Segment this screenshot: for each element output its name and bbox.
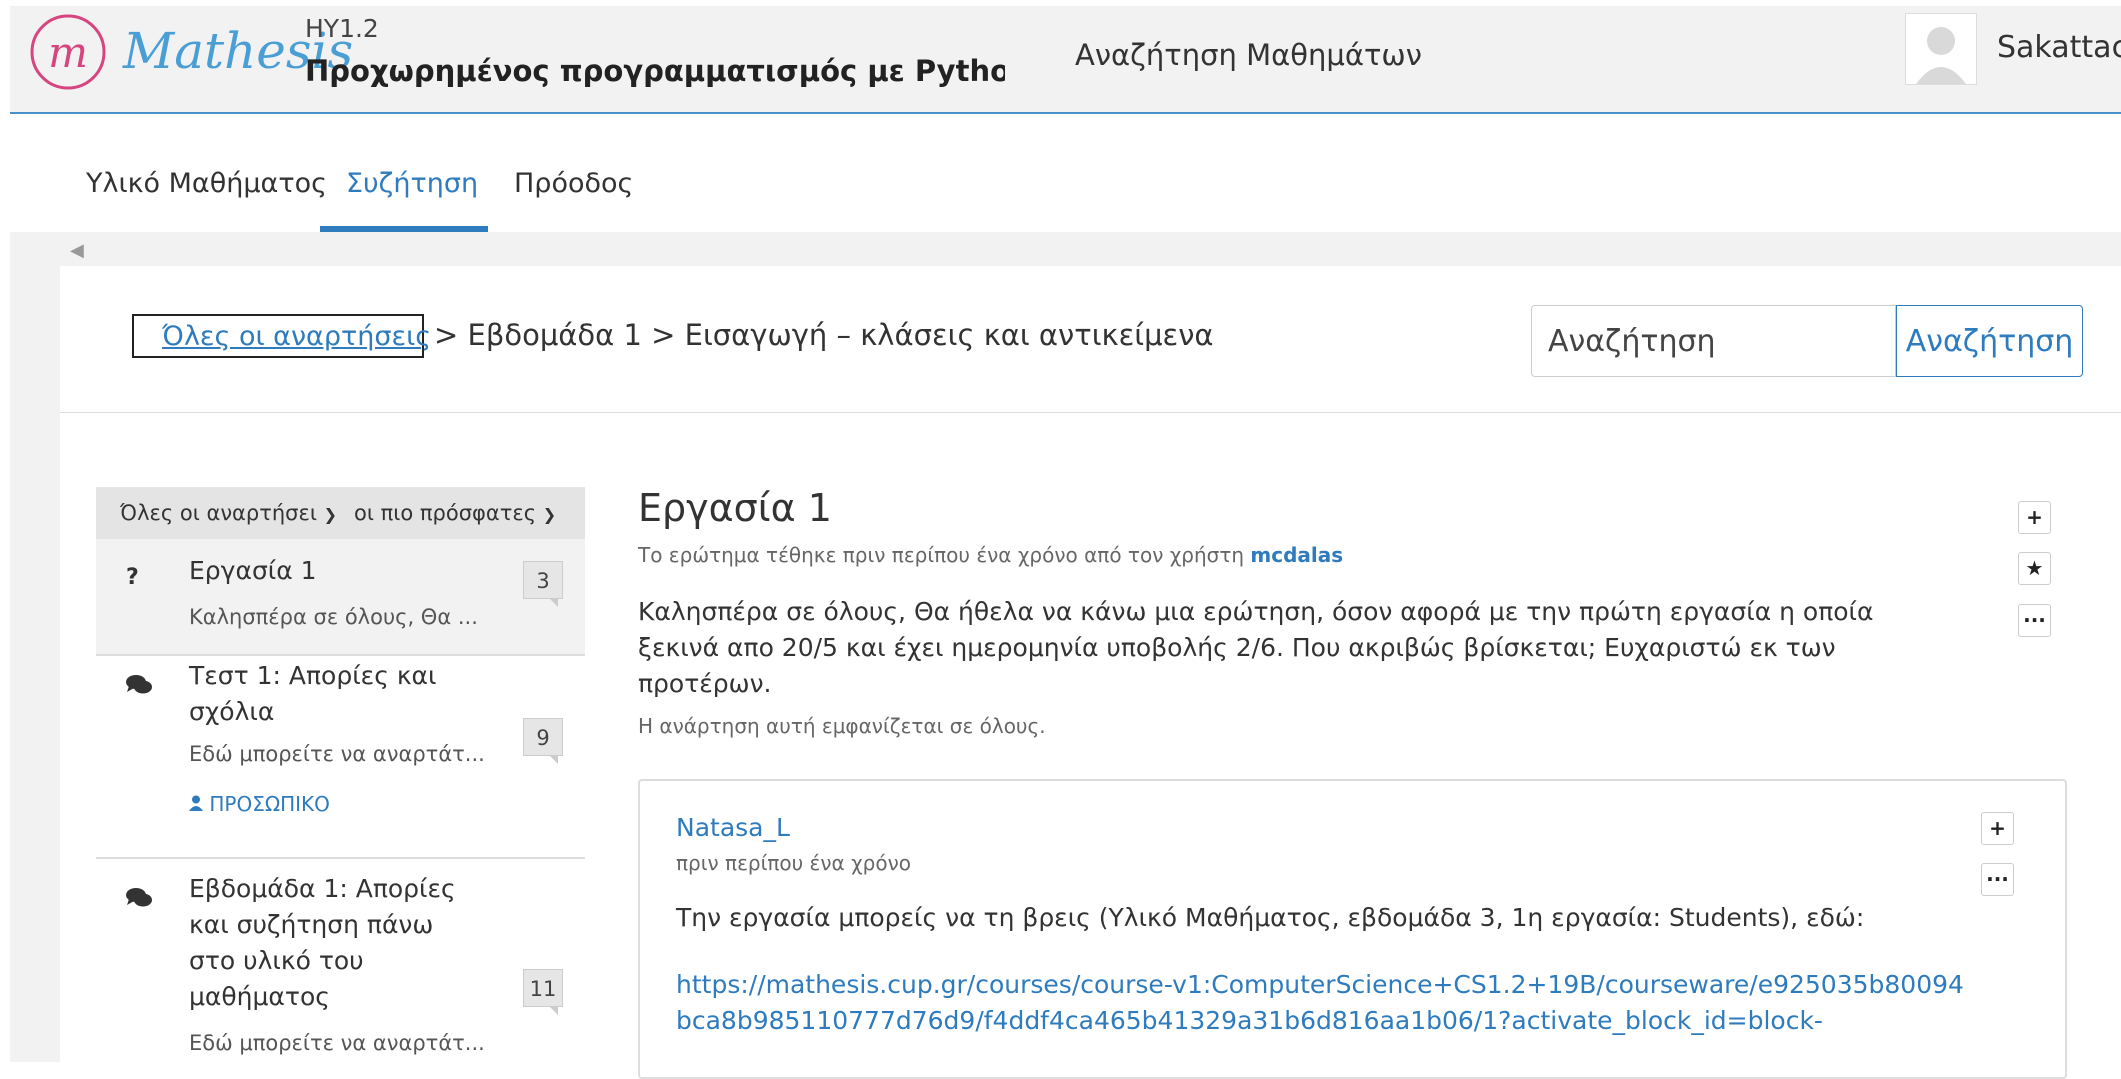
sidebar-filter-bar: Όλες οι αναρτήσει ❯ οι πιο πρόσφατες ❯ xyxy=(96,487,585,540)
post-list-sidebar: Όλες οι αναρτήσει ❯ οι πιο πρόσφατες ❯ ?… xyxy=(96,487,585,1062)
response-more-button[interactable]: ··· xyxy=(1981,863,2014,896)
tab-course-material[interactable]: Υλικό Μαθήματος xyxy=(86,168,327,199)
thread-meta-text: Το ερώτημα τέθηκε πριν περίπου ένα χρόνο… xyxy=(638,543,1245,567)
content-left-band xyxy=(10,266,60,1062)
mathesis-logo[interactable]: m xyxy=(28,12,108,92)
follow-button[interactable]: ★ xyxy=(2018,552,2051,585)
private-tag: ΠΡΟΣΩΠΙΚΟ xyxy=(189,792,330,816)
svg-text:m: m xyxy=(48,28,88,77)
chevron-down-icon: ❯ xyxy=(542,505,557,524)
comments-icon xyxy=(126,888,152,907)
search-input[interactable] xyxy=(1531,305,1896,377)
comment-count-badge: 9 xyxy=(523,718,563,764)
tab-progress[interactable]: Πρόοδος xyxy=(514,168,633,199)
post-preview: Εδώ μπορείτε να αναρτάτ... xyxy=(189,1031,485,1055)
thread-author-link[interactable]: mcdalas xyxy=(1250,543,1343,567)
question-icon: ? xyxy=(126,565,139,590)
search-button[interactable]: Αναζήτηση xyxy=(1896,305,2083,377)
response-text: Την εργασία μπορείς να τη βρεις (Υλικό Μ… xyxy=(676,903,1865,932)
ellipsis-icon: ··· xyxy=(2023,608,2046,632)
chevron-down-icon: ❯ xyxy=(323,505,338,524)
site-header: m Mathesis HY1.2 Προχωρημένος προγραμματ… xyxy=(10,6,2121,114)
more-actions-button[interactable]: ··· xyxy=(2018,604,2051,637)
response-time: πριν περίπου ένα χρόνο xyxy=(676,851,911,875)
add-response-button[interactable]: + xyxy=(2018,501,2051,534)
post-preview: Εδώ μπορείτε να αναρτάτ... xyxy=(189,742,485,766)
username[interactable]: Sakattack xyxy=(1997,30,2121,65)
response-card: Natasa_L πριν περίπου ένα χρόνο Την εργα… xyxy=(638,779,2067,1079)
add-comment-button[interactable]: + xyxy=(1981,812,2014,845)
course-title: Προχωρημένος προγραμματισμός με Python (… xyxy=(305,54,1005,88)
user-icon xyxy=(189,795,203,811)
filter-label: Όλες οι αναρτήσει xyxy=(120,501,317,525)
all-posts-button[interactable]: Όλες οι αναρτήσεις xyxy=(132,314,431,358)
course-code: HY1.2 xyxy=(305,14,379,43)
thread-body: Καλησπέρα σε όλους, Θα ήθελα να κάνω μια… xyxy=(638,597,1874,698)
tab-discussion[interactable]: Συζήτηση xyxy=(346,168,478,199)
thread-title: Εργασία 1 xyxy=(638,486,832,530)
content-top-band xyxy=(10,232,2121,266)
response-link[interactable]: https://mathesis.cup.gr/courses/course-v… xyxy=(676,967,1976,1039)
plus-icon: + xyxy=(2026,505,2043,529)
thread-meta: Το ερώτημα τέθηκε πριν περίπου ένα χρόνο… xyxy=(638,543,1343,567)
post-title: Τεστ 1: Απορίες και σχόλια xyxy=(189,661,437,726)
ellipsis-icon: ··· xyxy=(1986,867,2009,891)
post-title: Εβδομάδα 1: Απορίες και συζήτηση πάνω στ… xyxy=(189,874,456,1011)
breadcrumb[interactable]: > Εβδομάδα 1 > Εισαγωγή – κλάσεις και αν… xyxy=(434,318,1214,352)
comment-count-badge: 3 xyxy=(523,561,563,607)
all-posts-label: Όλες οι αναρτήσεις xyxy=(162,320,432,352)
course-search-link[interactable]: Αναζήτηση Μαθημάτων xyxy=(1075,38,1422,72)
filter-dropdown[interactable]: Όλες οι αναρτήσει ❯ xyxy=(120,501,337,525)
divider xyxy=(60,412,2121,413)
user-avatar-icon xyxy=(1916,27,1966,84)
response-author-link[interactable]: Natasa_L xyxy=(676,813,790,842)
post-preview: Καλησπέρα σε όλους, Θα ... xyxy=(189,605,478,629)
sort-label: οι πιο πρόσφατες xyxy=(354,501,537,525)
comments-icon xyxy=(126,675,152,694)
sort-dropdown[interactable]: οι πιο πρόσφατες ❯ xyxy=(354,501,556,525)
avatar[interactable] xyxy=(1905,13,1977,85)
list-item[interactable]: ? Εργασία 1 Καλησπέρα σε όλους, Θα ... 3 xyxy=(96,539,585,656)
star-icon: ★ xyxy=(2025,556,2044,580)
list-item[interactable]: Τεστ 1: Απορίες και σχόλια Εδώ μπορείτε … xyxy=(96,654,585,859)
plus-icon: + xyxy=(1989,816,2006,840)
collapse-left-icon[interactable]: ◀ xyxy=(70,240,84,261)
list-item[interactable]: Εβδομάδα 1: Απορίες και συζήτηση πάνω στ… xyxy=(96,857,585,1062)
private-tag-label: ΠΡΟΣΩΠΙΚΟ xyxy=(209,792,330,816)
comment-count-badge: 11 xyxy=(523,969,563,1015)
thread-visibility-note: Η ανάρτηση αυτή εμφανίζεται σε όλους. xyxy=(638,714,1046,738)
post-title: Εργασία 1 xyxy=(189,556,317,585)
